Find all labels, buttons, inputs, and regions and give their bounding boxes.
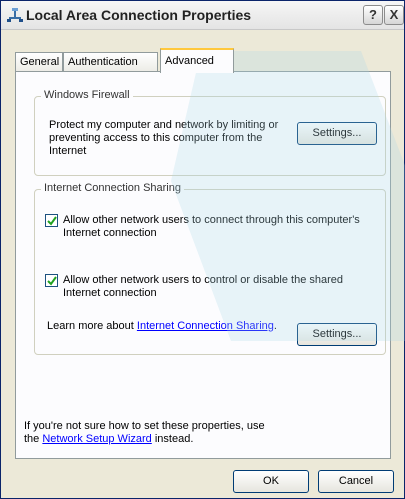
advanced-panel: Windows Firewall Protect my computer and… <box>15 71 391 459</box>
ics-settings-button[interactable]: Settings... <box>297 323 377 346</box>
network-connection-icon <box>7 8 23 22</box>
tab-authentication[interactable]: Authentication <box>63 52 158 72</box>
firewall-settings-button[interactable]: Settings... <box>297 122 377 145</box>
window-title: Local Area Connection Properties <box>26 7 252 23</box>
checkmark-icon <box>47 216 57 226</box>
checkmark-icon <box>47 276 57 286</box>
network-setup-wizard-link[interactable]: Network Setup Wizard <box>42 433 151 445</box>
title-bar[interactable]: Local Area Connection Properties ? X <box>1 1 404 30</box>
group-title-firewall: Windows Firewall <box>41 89 133 101</box>
close-button[interactable]: X <box>384 5 404 25</box>
tab-advanced[interactable]: Advanced <box>160 48 234 73</box>
learn-more-prefix: Learn more about <box>47 320 137 332</box>
allow-connect-checkbox[interactable] <box>45 214 58 227</box>
allow-control-label[interactable]: Allow other network users to control or … <box>63 274 363 300</box>
wizard-hint-line2: the Network Setup Wizard instead. <box>24 433 364 446</box>
wizard-hint-prefix: the <box>24 433 43 445</box>
wizard-hint-line1: If you're not sure how to set these prop… <box>24 420 265 432</box>
allow-connect-label[interactable]: Allow other network users to connect thr… <box>63 214 363 240</box>
group-title-ics: Internet Connection Sharing <box>41 182 184 194</box>
internet-connection-sharing-group: Internet Connection Sharing Allow other … <box>34 182 386 355</box>
learn-more-text: Learn more about Internet Connection Sha… <box>47 320 277 333</box>
cancel-button[interactable]: Cancel <box>318 470 394 493</box>
firewall-description: Protect my computer and network by limit… <box>49 119 279 157</box>
ics-help-link[interactable]: Internet Connection Sharing <box>137 320 274 332</box>
allow-control-checkbox[interactable] <box>45 274 58 287</box>
windows-firewall-group: Windows Firewall Protect my computer and… <box>34 89 386 176</box>
learn-more-suffix: . <box>273 320 277 332</box>
properties-dialog: Local Area Connection Properties ? X Gen… <box>0 0 405 499</box>
tab-general[interactable]: General <box>15 52 63 72</box>
ok-button[interactable]: OK <box>233 470 309 493</box>
wizard-hint-suffix: instead. <box>151 433 194 445</box>
help-button[interactable]: ? <box>363 5 383 25</box>
